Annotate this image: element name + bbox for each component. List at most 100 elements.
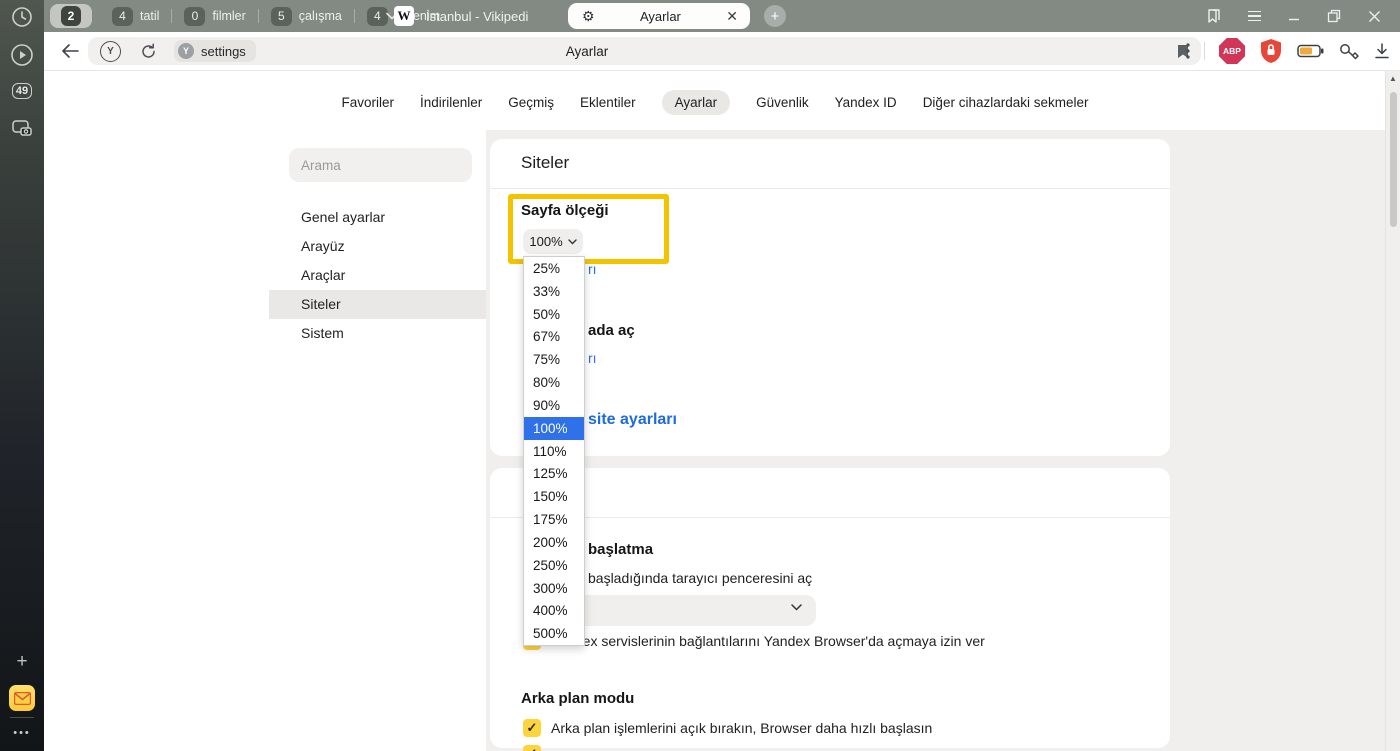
tab-group-label: çalışma bbox=[299, 9, 342, 23]
tab-group[interactable]: 5 çalışma bbox=[259, 7, 354, 26]
tab-counter-value: 49 bbox=[12, 83, 32, 99]
tab-group-count: 5 bbox=[271, 7, 292, 26]
page-scale-dropdown-button[interactable]: 100% bbox=[523, 229, 583, 254]
download-icon[interactable] bbox=[1374, 43, 1390, 60]
tab-group-label: tatil bbox=[140, 9, 159, 23]
settings-sidebar-item[interactable]: Siteler bbox=[269, 290, 486, 319]
screenshot-icon[interactable] bbox=[0, 115, 44, 141]
omnibox[interactable]: Y Y settings Ayarlar bbox=[88, 37, 1201, 65]
settings-nav-item[interactable]: Geçmiş bbox=[508, 90, 554, 115]
sites-card: Siteler bbox=[490, 139, 1170, 456]
partial-startup-text: başladığında tarayıcı penceresini aç bbox=[588, 570, 812, 586]
scale-option[interactable]: 50% bbox=[524, 303, 584, 326]
scale-option[interactable]: 400% bbox=[524, 599, 584, 622]
tab-counter-badge[interactable]: 49 bbox=[0, 79, 44, 103]
reload-icon[interactable] bbox=[140, 37, 157, 65]
scale-option[interactable]: 110% bbox=[524, 440, 584, 463]
settings-nav-item[interactable]: Ayarlar bbox=[662, 90, 731, 115]
partial-link-top[interactable]: rı bbox=[588, 261, 597, 277]
kebab-menu-icon[interactable] bbox=[1186, 43, 1190, 59]
settings-nav-item[interactable]: Güvenlik bbox=[756, 90, 809, 115]
page-title: Ayarlar bbox=[566, 37, 609, 65]
adblock-plus-icon[interactable]: ABP bbox=[1219, 38, 1245, 64]
restore-icon[interactable] bbox=[1314, 0, 1354, 32]
settings-nav-item[interactable]: İndirilenler bbox=[420, 90, 482, 115]
tab-wikipedia[interactable]: İstanbul - Vikipedi bbox=[426, 0, 528, 32]
site-settings-link[interactable]: site ayarları bbox=[588, 411, 677, 429]
site-favicon-yandex: Y bbox=[178, 43, 194, 59]
play-media-icon[interactable] bbox=[0, 43, 44, 67]
scale-option[interactable]: 175% bbox=[524, 508, 584, 531]
scale-option[interactable]: 300% bbox=[524, 577, 584, 600]
scroll-up-arrow[interactable]: ▲ bbox=[1386, 74, 1400, 83]
wikipedia-favicon: W bbox=[394, 6, 414, 26]
section-title: Siteler bbox=[521, 153, 569, 173]
scale-option[interactable]: 250% bbox=[524, 554, 584, 577]
partial-heading-startup: başlatma bbox=[588, 541, 653, 558]
settings-sidebar-item[interactable]: Araçlar bbox=[269, 261, 486, 290]
close-window-icon[interactable] bbox=[1354, 0, 1394, 32]
scale-option[interactable]: 80% bbox=[524, 371, 584, 394]
yandex-browser-icon[interactable]: Y bbox=[100, 37, 121, 65]
checkbox-label: Arka plan işlemlerini açık bırakın, Brow… bbox=[551, 720, 932, 736]
battery-saver-icon[interactable] bbox=[1297, 44, 1324, 58]
key-icon[interactable] bbox=[1338, 41, 1360, 61]
tab-settings[interactable]: ⚙ Ayarlar ✕ bbox=[568, 3, 750, 29]
active-tab-title: Ayarlar bbox=[595, 9, 727, 24]
more-options-icon[interactable]: ••• bbox=[0, 724, 44, 742]
menu-icon[interactable] bbox=[1234, 0, 1274, 32]
checkbox-label: Yandex servislerinin bağlantılarını Yand… bbox=[551, 633, 985, 649]
yandex-mail-icon[interactable] bbox=[0, 685, 44, 711]
settings-sidebar-item[interactable]: Sistem bbox=[269, 319, 486, 348]
toolbar: Y Y settings Ayarlar ABP bbox=[44, 32, 1400, 71]
background-mode-checkbox-row[interactable]: ✓ Arka plan işlemlerini açık bırakın, Br… bbox=[523, 719, 932, 737]
scale-option[interactable]: 25% bbox=[524, 257, 584, 280]
new-tab-button[interactable]: + bbox=[764, 5, 786, 27]
tab-group[interactable]: 4tatil bbox=[100, 7, 171, 26]
history-icon[interactable] bbox=[0, 5, 44, 29]
page-scale-value: 100% bbox=[529, 234, 562, 249]
scale-option[interactable]: 100% bbox=[524, 417, 584, 440]
settings-sidebar: Genel ayarlarArayüzAraçlarSitelerSistem bbox=[269, 203, 486, 348]
yandex-links-checkbox-row[interactable]: ✓ Yandex servislerinin bağlantılarını Ya… bbox=[523, 632, 985, 650]
scale-option[interactable]: 67% bbox=[524, 325, 584, 348]
scale-option[interactable]: 90% bbox=[524, 394, 584, 417]
page-scale-option-list: 25%33%50%67%75%80%90%100%110%125%150%175… bbox=[523, 256, 585, 646]
scale-option[interactable]: 33% bbox=[524, 280, 584, 303]
scale-option[interactable]: 125% bbox=[524, 462, 584, 485]
tab-group-count: 4 bbox=[367, 7, 388, 26]
scrollbar-thumb[interactable] bbox=[1390, 92, 1397, 227]
scale-option[interactable]: 150% bbox=[524, 485, 584, 508]
scrollbar[interactable]: ▲ bbox=[1385, 70, 1400, 751]
scale-option[interactable]: 500% bbox=[524, 622, 584, 645]
tab-group[interactable]: 0filmler bbox=[172, 7, 257, 26]
settings-nav-item[interactable]: Eklentiler bbox=[580, 90, 636, 115]
checkbox-checked-icon[interactable]: ✓ bbox=[523, 745, 541, 751]
partial-heading-open: ada aç bbox=[588, 322, 635, 339]
scale-option[interactable]: 75% bbox=[524, 348, 584, 371]
close-tab-icon[interactable]: ✕ bbox=[726, 8, 738, 25]
settings-nav-item[interactable]: Favoriler bbox=[341, 90, 394, 115]
back-icon[interactable] bbox=[56, 32, 84, 70]
scale-option[interactable]: 200% bbox=[524, 531, 584, 554]
add-panel-icon[interactable]: + bbox=[0, 650, 44, 674]
settings-nav-item[interactable]: Yandex ID bbox=[835, 90, 897, 115]
protect-shield-icon[interactable] bbox=[1259, 38, 1283, 64]
active-tab-group[interactable]: 2 bbox=[50, 4, 92, 28]
checkbox-checked-icon[interactable]: ✓ bbox=[523, 719, 541, 737]
tab-group-count: 0 bbox=[184, 7, 205, 26]
settings-nav-item[interactable]: Diğer cihazlardaki sekmeler bbox=[923, 90, 1089, 115]
partial-link-mid[interactable]: rı bbox=[588, 350, 597, 366]
settings-page: Favoriler İndirilenler Geçmiş Eklentiler Aya… bbox=[44, 70, 1400, 751]
partial-checkbox-row[interactable]: ✓ bbox=[523, 745, 541, 751]
minimize-icon[interactable] bbox=[1274, 0, 1314, 32]
active-tab-group-count: 2 bbox=[61, 6, 81, 26]
settings-sidebar-item[interactable]: Genel ayarlar bbox=[269, 203, 486, 232]
url-chip[interactable]: Y settings bbox=[174, 40, 256, 62]
chevron-down-icon bbox=[568, 239, 577, 245]
url-text: settings bbox=[201, 44, 246, 59]
settings-sidebar-item[interactable]: Arayüz bbox=[269, 232, 486, 261]
settings-search-input[interactable] bbox=[289, 148, 472, 182]
chevron-down-icon bbox=[791, 604, 802, 611]
side-panel-icon[interactable] bbox=[1194, 0, 1234, 32]
